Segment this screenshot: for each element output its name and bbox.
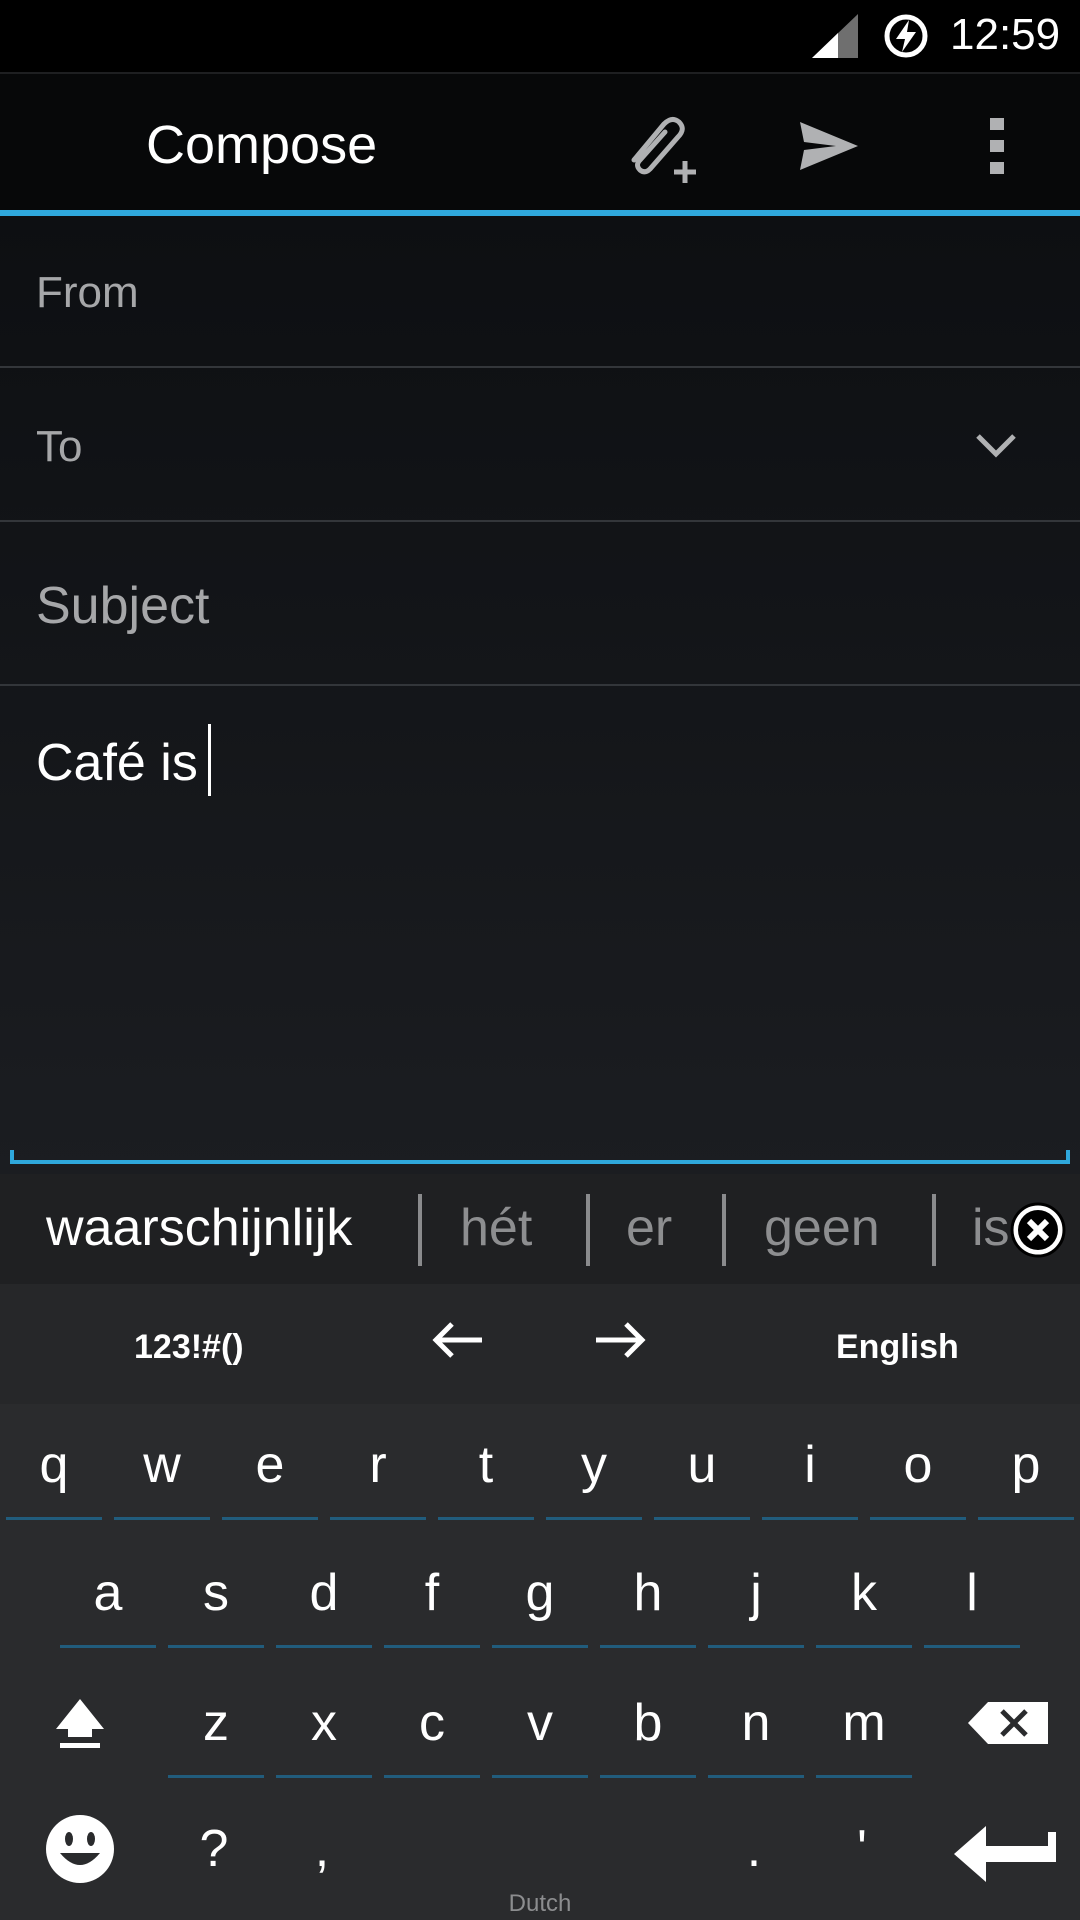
signal-icon xyxy=(812,14,858,58)
key-f[interactable]: f xyxy=(384,1532,480,1654)
key-u[interactable]: u xyxy=(654,1404,750,1526)
suggestion-divider xyxy=(722,1194,726,1266)
send-icon xyxy=(800,122,858,170)
overflow-menu-icon xyxy=(990,118,1004,174)
key-x[interactable]: x xyxy=(276,1662,372,1784)
key-s[interactable]: s xyxy=(168,1532,264,1654)
from-field[interactable]: From xyxy=(0,216,1080,368)
key-y[interactable]: y xyxy=(546,1404,642,1526)
message-body-field[interactable]: Café is xyxy=(0,686,1080,1174)
suggestion-strip: waarschijnlijk hét er geen is xyxy=(0,1174,1080,1284)
key-k[interactable]: k xyxy=(816,1532,912,1654)
suggestion-divider xyxy=(932,1194,936,1266)
key-v[interactable]: v xyxy=(492,1662,588,1784)
key-g[interactable]: g xyxy=(492,1532,588,1654)
key-h[interactable]: h xyxy=(600,1532,696,1654)
suggestion-item[interactable]: er xyxy=(626,1198,672,1258)
key-a[interactable]: a xyxy=(60,1532,156,1654)
soft-keyboard: waarschijnlijk hét er geen is 123!#() En… xyxy=(0,1174,1080,1920)
enter-icon xyxy=(954,1826,1056,1882)
key-p[interactable]: p xyxy=(978,1404,1074,1526)
message-body-text: Café is xyxy=(36,734,198,792)
key-question[interactable]: ? xyxy=(166,1788,262,1910)
shift-key[interactable] xyxy=(30,1662,130,1784)
compose-form: From To Subject Café is xyxy=(0,216,1080,1174)
key-m[interactable]: m xyxy=(816,1662,912,1784)
chevron-down-icon[interactable] xyxy=(972,424,1020,464)
backspace-icon xyxy=(968,1702,1048,1744)
subject-placeholder: Subject xyxy=(36,577,210,635)
key-b[interactable]: b xyxy=(600,1662,696,1784)
close-suggestions-icon[interactable] xyxy=(1008,1200,1068,1260)
suggestion-item[interactable]: hét xyxy=(460,1198,532,1258)
key-l[interactable]: l xyxy=(924,1532,1020,1654)
attach-button[interactable] xyxy=(616,104,700,188)
from-label: From xyxy=(36,268,139,317)
attach-icon xyxy=(631,116,696,183)
key-rows: q w e r t y u i o p a s d f g h j k l z … xyxy=(0,1404,1080,1920)
key-t[interactable]: t xyxy=(438,1404,534,1526)
overflow-menu-button[interactable] xyxy=(955,104,1039,188)
shift-icon xyxy=(56,1699,104,1748)
page-title: Compose xyxy=(146,115,378,175)
suggestion-divider xyxy=(418,1194,422,1266)
message-body[interactable]: Café is xyxy=(36,724,211,796)
key-o[interactable]: o xyxy=(870,1404,966,1526)
key-c[interactable]: c xyxy=(384,1662,480,1784)
arrow-right-icon[interactable] xyxy=(590,1320,650,1360)
body-field-underline xyxy=(10,1150,1070,1164)
suggestion-item[interactable]: geen xyxy=(764,1198,880,1258)
text-cursor xyxy=(207,724,211,796)
status-time: 12:59 xyxy=(950,10,1061,59)
suggestion-item[interactable]: is xyxy=(972,1198,1010,1258)
key-w[interactable]: w xyxy=(114,1404,210,1526)
suggestion-divider xyxy=(586,1194,590,1266)
to-field[interactable]: To xyxy=(0,368,1080,522)
send-button[interactable] xyxy=(786,104,870,188)
key-e[interactable]: e xyxy=(222,1404,318,1526)
space-language-label: Dutch xyxy=(508,1890,572,1917)
emoji-key[interactable] xyxy=(22,1788,138,1910)
subject-field[interactable]: Subject xyxy=(0,522,1080,686)
key-r[interactable]: r xyxy=(330,1404,426,1526)
key-z[interactable]: z xyxy=(168,1662,264,1784)
suggestion-item[interactable]: waarschijnlijk xyxy=(46,1198,352,1258)
keyboard-tool-row: 123!#() English xyxy=(0,1284,1080,1404)
enter-key[interactable] xyxy=(940,1788,1070,1910)
battery-charging-icon xyxy=(884,14,928,58)
key-d[interactable]: d xyxy=(276,1532,372,1654)
action-bar: Compose xyxy=(0,72,1080,212)
key-comma[interactable]: , xyxy=(274,1788,370,1910)
key-period[interactable]: . xyxy=(706,1788,802,1910)
backspace-key[interactable] xyxy=(948,1662,1068,1784)
language-switch-key[interactable]: English xyxy=(836,1328,959,1367)
arrow-left-icon[interactable] xyxy=(428,1320,488,1360)
emoji-icon xyxy=(46,1815,114,1883)
key-apostrophe[interactable]: ' xyxy=(814,1788,910,1910)
key-j[interactable]: j xyxy=(708,1532,804,1654)
key-i[interactable]: i xyxy=(762,1404,858,1526)
key-n[interactable]: n xyxy=(708,1662,804,1784)
symbols-key[interactable]: 123!#() xyxy=(134,1328,244,1367)
key-q[interactable]: q xyxy=(6,1404,102,1526)
status-bar: 12:59 xyxy=(0,0,1080,72)
to-label: To xyxy=(36,422,83,471)
